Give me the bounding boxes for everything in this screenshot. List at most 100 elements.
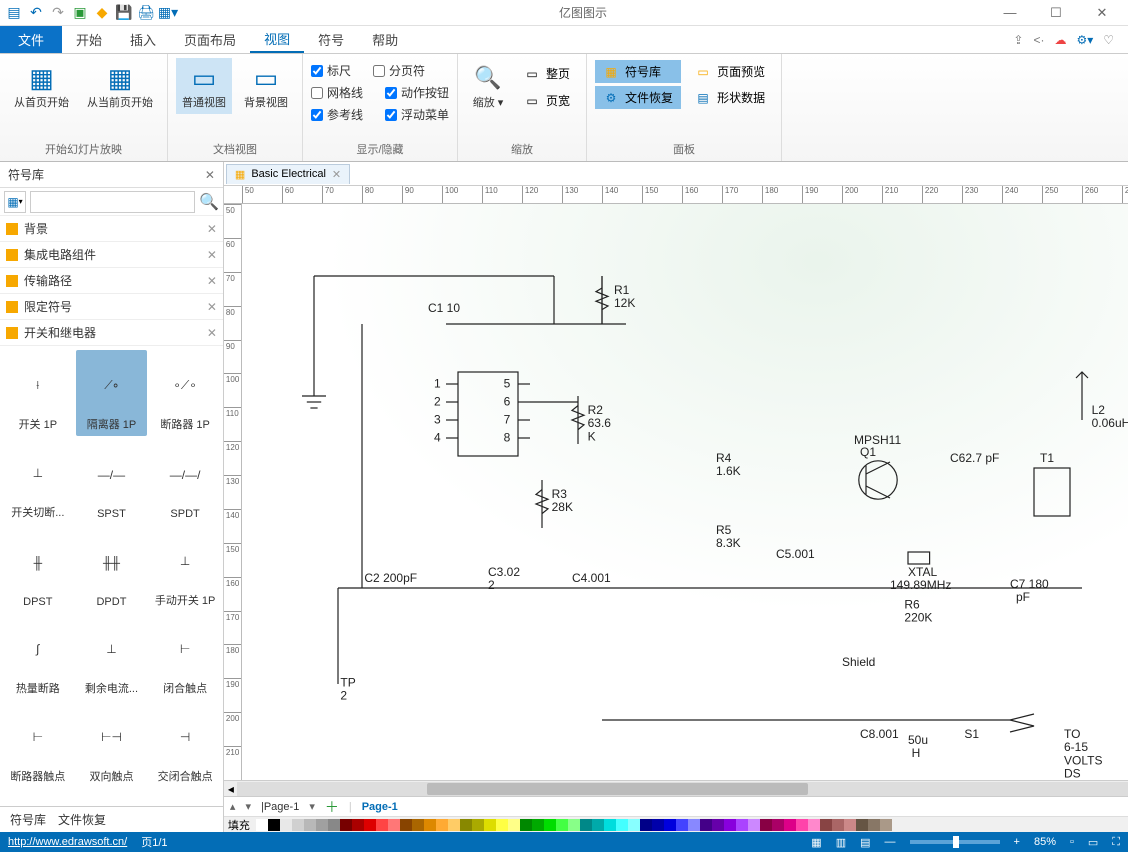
- scroll-left-icon[interactable]: ◂: [228, 782, 234, 796]
- color-swatch[interactable]: [604, 819, 616, 831]
- floatmenu-checkbox[interactable]: 浮动菜单: [385, 106, 449, 123]
- symbol-panel-button[interactable]: ▦符号库: [595, 60, 681, 83]
- shape-cell[interactable]: ⊥剩余电流...: [76, 614, 148, 700]
- color-swatch[interactable]: [736, 819, 748, 831]
- color-swatch[interactable]: [688, 819, 700, 831]
- color-swatch[interactable]: [748, 819, 760, 831]
- sidebar-category[interactable]: 传输路径✕: [0, 268, 223, 294]
- color-swatch[interactable]: [472, 819, 484, 831]
- page-down-icon[interactable]: ▾: [245, 800, 251, 813]
- color-swatch[interactable]: [724, 819, 736, 831]
- view-mode3-icon[interactable]: ▤: [860, 836, 870, 849]
- menu-tab-insert[interactable]: 插入: [116, 26, 170, 53]
- menu-tab-layout[interactable]: 页面布局: [170, 26, 250, 53]
- share-icon[interactable]: ⇪: [1013, 33, 1023, 47]
- shape-cell[interactable]: ⟊开关 1P: [2, 350, 74, 436]
- from-first-button[interactable]: ▦ 从首页开始: [8, 58, 75, 114]
- from-current-button[interactable]: ▦ 从当前页开始: [81, 58, 159, 114]
- color-swatch[interactable]: [352, 819, 364, 831]
- sidebar-category[interactable]: 集成电路组件✕: [0, 242, 223, 268]
- page-dropdown-icon[interactable]: ▾: [309, 800, 315, 813]
- background-view-button[interactable]: ▭ 背景视图: [238, 58, 294, 114]
- color-swatch[interactable]: [532, 819, 544, 831]
- fit-icon2[interactable]: ▭: [1088, 836, 1098, 849]
- heart-icon[interactable]: ♡: [1103, 33, 1114, 47]
- shape-cell[interactable]: ⊢断路器触点: [2, 702, 74, 788]
- zoom-out-icon[interactable]: —: [885, 836, 896, 848]
- zoom-thumb[interactable]: [953, 836, 959, 848]
- fit-icon3[interactable]: ⛶: [1112, 836, 1120, 849]
- sidebar-tab-restore[interactable]: 文件恢复: [58, 811, 106, 828]
- drawing-page[interactable]: C1 10 R112K 1234 5678 R263.6K R328K C2 2…: [242, 204, 1128, 780]
- shape-cell[interactable]: ⊢闭合触点: [149, 614, 221, 700]
- new-icon[interactable]: ▣: [70, 3, 90, 23]
- shape-cell[interactable]: ⟋∘隔离器 1P: [76, 350, 148, 436]
- color-swatch[interactable]: [280, 819, 292, 831]
- file-tab[interactable]: 文件: [0, 26, 62, 53]
- shape-cell[interactable]: ⊣交闭合触点: [149, 702, 221, 788]
- shape-cell[interactable]: —/—/SPDT: [149, 438, 221, 524]
- color-swatch[interactable]: [784, 819, 796, 831]
- shape-cell[interactable]: ⊥手动开关 1P: [149, 526, 221, 612]
- horizontal-ruler[interactable]: 5060708090100110120130140150160170180190…: [224, 186, 1128, 204]
- color-swatch[interactable]: [424, 819, 436, 831]
- redo-icon[interactable]: ↷: [48, 3, 68, 23]
- category-selector[interactable]: ▦▾: [4, 191, 26, 213]
- fit-width-button[interactable]: ▭页宽: [516, 89, 578, 112]
- undo-icon[interactable]: ↶: [26, 3, 46, 23]
- view-mode1-icon[interactable]: ▦: [811, 836, 821, 849]
- sidebar-close-icon[interactable]: ✕: [205, 168, 215, 182]
- scrollbar-thumb[interactable]: [427, 783, 808, 795]
- minimize-button[interactable]: —: [988, 1, 1032, 25]
- ruler-checkbox[interactable]: 标尺: [311, 62, 351, 79]
- color-swatch[interactable]: [580, 819, 592, 831]
- search-input[interactable]: [30, 191, 195, 213]
- color-swatch[interactable]: [712, 819, 724, 831]
- color-swatch[interactable]: [592, 819, 604, 831]
- shape-cell[interactable]: ∘⟋∘断路器 1P: [149, 350, 221, 436]
- actionbtn-checkbox[interactable]: 动作按钮: [385, 84, 449, 101]
- maximize-button[interactable]: ☐: [1034, 1, 1078, 25]
- guide-checkbox[interactable]: 参考线: [311, 106, 363, 123]
- shapes-icon[interactable]: ◆: [92, 3, 112, 23]
- color-swatch[interactable]: [628, 819, 640, 831]
- sidebar-category[interactable]: 背景✕: [0, 216, 223, 242]
- color-swatch[interactable]: [880, 819, 892, 831]
- zoom-in-icon[interactable]: +: [1014, 836, 1020, 848]
- page-label-2[interactable]: Page-1: [362, 801, 398, 813]
- shape-cell[interactable]: ⊢⊣双向触点: [76, 702, 148, 788]
- shape-cell[interactable]: ╫DPST: [2, 526, 74, 612]
- color-swatch[interactable]: [796, 819, 808, 831]
- color-swatch[interactable]: [412, 819, 424, 831]
- color-swatch[interactable]: [460, 819, 472, 831]
- color-swatch[interactable]: [664, 819, 676, 831]
- shape-cell[interactable]: ⊥开关切断...: [2, 438, 74, 524]
- shape-cell[interactable]: ╫╫DPDT: [76, 526, 148, 612]
- fit-icon1[interactable]: ▫: [1070, 836, 1074, 848]
- color-swatch[interactable]: [700, 819, 712, 831]
- category-close-icon[interactable]: ✕: [207, 274, 217, 288]
- print-icon[interactable]: 🖨: [136, 3, 156, 23]
- color-swatch[interactable]: [448, 819, 460, 831]
- share-link-icon[interactable]: <·: [1033, 33, 1044, 47]
- color-swatch[interactable]: [820, 819, 832, 831]
- color-swatch[interactable]: [268, 819, 280, 831]
- view-mode2-icon[interactable]: ▥: [836, 836, 846, 849]
- cloud-icon[interactable]: ☁: [1054, 33, 1066, 47]
- sidebar-category[interactable]: 开关和继电器✕: [0, 320, 223, 346]
- status-url[interactable]: http://www.edrawsoft.cn/: [8, 836, 127, 848]
- color-swatch[interactable]: [856, 819, 868, 831]
- menu-tab-view[interactable]: 视图: [250, 26, 304, 53]
- menu-tab-start[interactable]: 开始: [62, 26, 116, 53]
- color-swatch[interactable]: [436, 819, 448, 831]
- normal-view-button[interactable]: ▭ 普通视图: [176, 58, 232, 114]
- category-close-icon[interactable]: ✕: [207, 222, 217, 236]
- vertical-ruler[interactable]: 5060708090100110120130140150160170180190…: [224, 204, 242, 780]
- color-swatch[interactable]: [316, 819, 328, 831]
- settings-dropdown-icon[interactable]: ▦▾: [158, 3, 178, 23]
- shape-cell[interactable]: ∫热量断路: [2, 614, 74, 700]
- sidebar-category[interactable]: 限定符号✕: [0, 294, 223, 320]
- color-swatch[interactable]: [568, 819, 580, 831]
- shape-cell[interactable]: —/—SPST: [76, 438, 148, 524]
- color-swatch[interactable]: [328, 819, 340, 831]
